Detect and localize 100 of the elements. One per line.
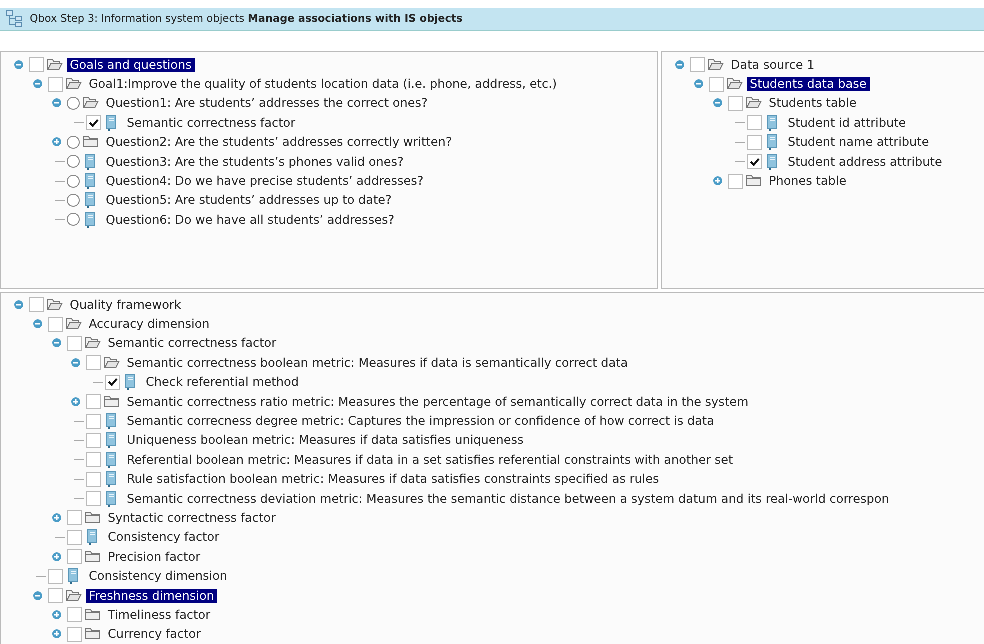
checkbox[interactable] (48, 316, 63, 332)
radio-button[interactable] (67, 155, 80, 168)
open-folder-icon (708, 58, 724, 72)
checkbox[interactable] (86, 414, 101, 429)
checkbox[interactable] (86, 432, 101, 448)
expand-toggle-icon[interactable] (52, 137, 62, 148)
collapse-toggle-icon[interactable] (694, 79, 704, 90)
tree-item[interactable]: Question6: Do we have all students’ addresses? (103, 212, 398, 227)
collapse-toggle-icon[interactable] (33, 79, 43, 90)
tree-item[interactable]: Question4: Do we have precise students’ addresses? (103, 174, 427, 188)
checkbox[interactable] (86, 115, 101, 130)
expand-toggle-icon[interactable] (52, 552, 62, 562)
tree-item[interactable]: Accuracy dimension (86, 317, 213, 332)
open-folder-icon (47, 58, 63, 72)
tree-item[interactable]: Currency factor (105, 627, 204, 642)
tree-item[interactable]: Goal1:Improve the quality of students location data (i.e. phone, address, etc.) (86, 77, 560, 92)
tree-item[interactable]: Semantic correctness boolean metric: Measures if data is semantically correct data (124, 356, 632, 370)
checkbox[interactable] (709, 76, 724, 92)
checkbox[interactable] (690, 57, 705, 72)
checkbox[interactable] (86, 491, 101, 506)
checkbox[interactable] (86, 452, 101, 468)
tree-item[interactable]: Phones table (766, 174, 850, 188)
checkbox[interactable] (29, 57, 44, 72)
collapse-toggle-icon[interactable] (675, 60, 685, 70)
checkbox[interactable] (728, 174, 743, 189)
open-folder-icon (104, 356, 120, 370)
tree-item[interactable]: Syntactic correctness factor (105, 510, 279, 525)
tree-item[interactable]: Consistency dimension (86, 569, 231, 584)
collapse-toggle-icon[interactable] (71, 358, 81, 368)
tree-item[interactable]: Students data base (747, 77, 870, 92)
tree-item[interactable]: Data source 1 (728, 58, 818, 72)
checkbox[interactable] (728, 96, 743, 111)
tree-item[interactable]: Student name attribute (785, 135, 932, 150)
tree-item[interactable]: Quality framework (67, 298, 184, 312)
expand-toggle-icon[interactable] (713, 176, 723, 186)
checkbox[interactable] (29, 297, 44, 312)
folder-icon (85, 550, 101, 564)
checkbox[interactable] (86, 472, 101, 487)
checkbox[interactable] (48, 588, 63, 604)
checkbox[interactable] (86, 355, 101, 370)
collapse-toggle-icon[interactable] (33, 319, 43, 330)
folder-icon (104, 394, 120, 409)
checkbox[interactable] (747, 154, 762, 170)
radio-button[interactable] (67, 174, 80, 188)
collapse-toggle-icon[interactable] (52, 98, 62, 108)
expand-toggle-icon[interactable] (52, 629, 62, 640)
checkbox[interactable] (67, 626, 82, 642)
open-folder-icon (85, 336, 101, 350)
radio-button[interactable] (67, 96, 80, 110)
folder-icon (746, 174, 762, 188)
window-title: Qbox Step 3: Information system objects Manage associations with IS objects (30, 13, 463, 25)
tree-item[interactable]: Question5: Are students’ addresses up to date? (103, 193, 395, 208)
tree-item[interactable]: Check referential method (143, 375, 302, 390)
open-folder-icon (727, 77, 743, 92)
tree-item[interactable]: Rule satisfaction boolean metric: Measures if data satisfies constraints specified as rules (124, 472, 662, 486)
tree-item[interactable]: Referential boolean metric: Measures if data in a set satisfies referential constraints with another set (124, 452, 736, 467)
checkbox[interactable] (67, 607, 82, 622)
tree-item[interactable]: Freshness dimension (86, 588, 218, 603)
folder-icon (85, 608, 101, 622)
checkbox[interactable] (105, 374, 120, 390)
tree-item[interactable]: Timeliness factor (105, 608, 214, 622)
tree-item[interactable]: Semantic correctness factor (105, 336, 280, 350)
radio-button[interactable] (67, 194, 80, 207)
tree-item[interactable]: Precision factor (105, 550, 204, 564)
tree-item[interactable]: Semantic correcness degree metric: Captures the impression or confidence of how correct is data (124, 414, 718, 428)
collapse-toggle-icon[interactable] (33, 590, 43, 601)
checkbox[interactable] (67, 510, 82, 526)
folder-icon (85, 627, 101, 642)
radio-button[interactable] (67, 213, 80, 226)
open-folder-icon (66, 77, 82, 92)
checkbox[interactable] (48, 76, 63, 92)
tree-item[interactable]: Student id attribute (785, 116, 910, 130)
checkbox[interactable] (86, 394, 101, 410)
expand-toggle-icon[interactable] (71, 396, 81, 407)
collapse-toggle-icon[interactable] (14, 60, 24, 70)
tree-item[interactable]: Question1: Are students’ addresses the correct ones? (103, 96, 431, 110)
checkbox[interactable] (747, 115, 762, 130)
collapse-toggle-icon[interactable] (713, 98, 723, 108)
checkbox[interactable] (67, 549, 82, 564)
tree-item[interactable]: Semantic correctness ratio metric: Measures the percentage of semantically correct data in the system (124, 394, 752, 409)
tree-item[interactable]: Goals and questions (67, 58, 195, 72)
tree-item[interactable]: Question3: Are the students’s phones valid ones? (103, 154, 407, 169)
open-folder-icon (746, 96, 762, 110)
tree-item[interactable]: Consistency factor (105, 530, 223, 544)
tree-item[interactable]: Uniqueness boolean metric: Measures if data satisfies uniqueness (124, 433, 527, 448)
expand-toggle-icon[interactable] (52, 512, 62, 523)
checkbox[interactable] (747, 134, 762, 150)
tree-item[interactable]: Question2: Are the students’ addresses correctly written? (103, 135, 456, 150)
tree-item[interactable]: Semantic correctness deviation metric: Measures the semantic distance between a system datum and its real-world correspon (124, 492, 892, 506)
checkbox[interactable] (48, 568, 63, 584)
collapse-toggle-icon[interactable] (52, 338, 62, 348)
tree-item[interactable]: Students table (766, 96, 860, 110)
radio-button[interactable] (67, 136, 80, 149)
checkbox[interactable] (67, 530, 82, 545)
expand-toggle-icon[interactable] (52, 610, 62, 620)
collapse-toggle-icon[interactable] (14, 300, 24, 310)
checkbox[interactable] (67, 336, 82, 351)
folder-icon (85, 510, 101, 525)
tree-item[interactable]: Semantic correctness factor (124, 116, 299, 130)
tree-item[interactable]: Student address attribute (785, 154, 946, 169)
